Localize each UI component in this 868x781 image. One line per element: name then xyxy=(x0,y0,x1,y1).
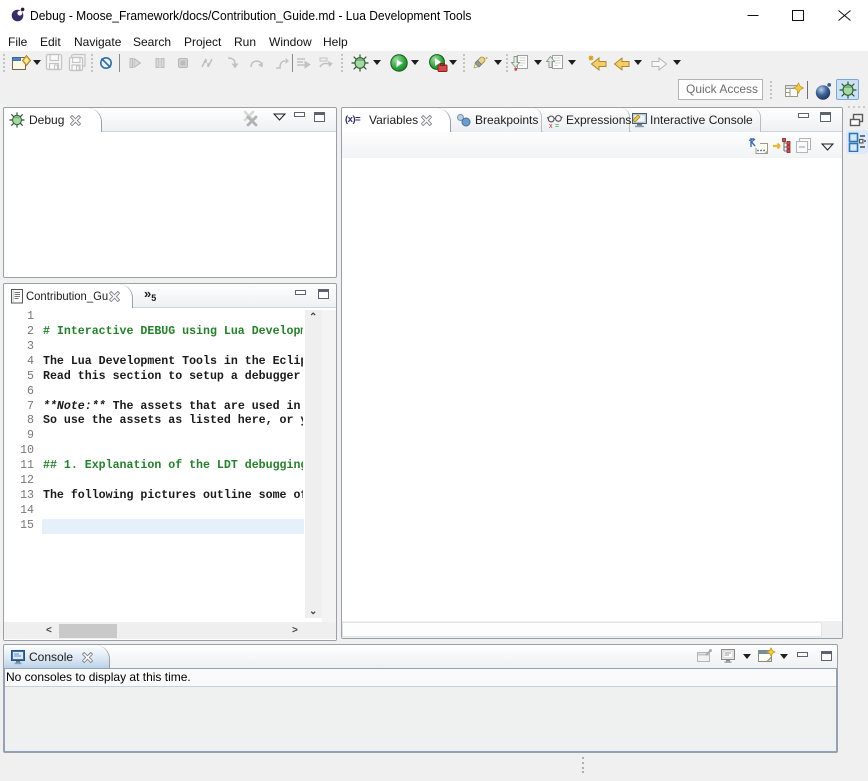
svg-text:=: = xyxy=(555,123,559,129)
svg-text:x: x xyxy=(549,123,553,129)
